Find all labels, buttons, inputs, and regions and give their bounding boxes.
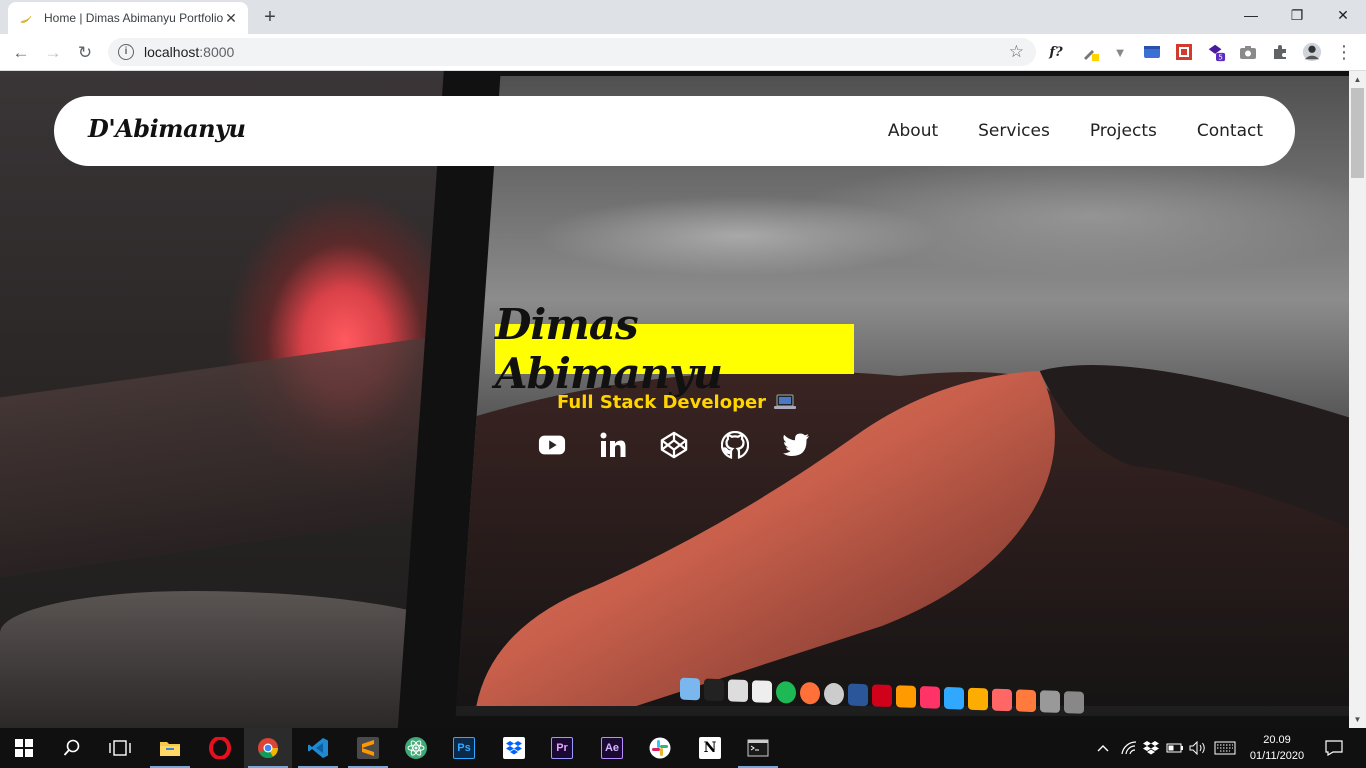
- file-explorer-icon: [160, 742, 180, 756]
- vue-devtools-icon[interactable]: ▼: [1110, 42, 1130, 62]
- window-close-button[interactable]: ✕: [1320, 0, 1366, 30]
- banana-favicon-icon: [18, 10, 34, 26]
- github-icon[interactable]: [721, 431, 749, 459]
- profile-avatar-icon[interactable]: [1302, 42, 1322, 62]
- hero-role-text: Full Stack Developer: [557, 391, 767, 413]
- taskbar-atom[interactable]: [392, 728, 440, 768]
- search-icon: [63, 739, 80, 756]
- tab-title: Home | Dimas Abimanyu Portfolio: [44, 11, 224, 25]
- taskbar-premiere-pro[interactable]: Pr: [538, 728, 586, 768]
- site-navbar: D'Abimanyu About Services Projects Conta…: [54, 96, 1295, 166]
- color-picker-icon[interactable]: [1080, 42, 1100, 62]
- new-tab-button[interactable]: +: [258, 6, 282, 30]
- youtube-icon[interactable]: [538, 431, 566, 459]
- vscode-icon: [308, 738, 328, 758]
- taskbar-sublime-text[interactable]: [344, 728, 392, 768]
- dropbox-icon: [503, 737, 525, 759]
- taskbar-slack[interactable]: [636, 728, 684, 768]
- tab-close-button[interactable]: ✕: [222, 9, 240, 27]
- scroll-down-arrow-icon[interactable]: ▼: [1349, 711, 1366, 728]
- restore-button[interactable]: ❐: [1274, 0, 1320, 30]
- nav-link-contact[interactable]: Contact: [1197, 121, 1263, 141]
- keyboard-icon[interactable]: [1212, 728, 1238, 768]
- taskbar-after-effects[interactable]: Ae: [588, 728, 636, 768]
- browser-tab-active[interactable]: Home | Dimas Abimanyu Portfolio ✕: [8, 2, 248, 34]
- windows-logo-icon: [15, 739, 33, 757]
- atom-icon: [405, 737, 427, 759]
- premiere-pro-icon: Pr: [551, 737, 573, 759]
- taskbar-chrome[interactable]: [244, 728, 292, 768]
- nav-link-about[interactable]: About: [888, 121, 938, 141]
- reload-button[interactable]: ↻: [72, 40, 98, 66]
- url-text[interactable]: localhost:8000: [144, 44, 234, 60]
- nav-link-services[interactable]: Services: [978, 121, 1050, 141]
- notion-icon: N: [699, 737, 721, 759]
- scroll-up-arrow-icon[interactable]: ▲: [1349, 71, 1366, 88]
- taskbar-terminal[interactable]: [734, 728, 782, 768]
- taskbar-clock[interactable]: 20.09 01/11/2020: [1240, 732, 1314, 764]
- nav-link-projects[interactable]: Projects: [1090, 121, 1157, 141]
- hero-role: Full Stack Developer: [557, 390, 797, 414]
- start-button[interactable]: [0, 728, 48, 768]
- task-view-button[interactable]: [96, 728, 144, 768]
- extension-badge-icon[interactable]: 5: [1206, 42, 1226, 62]
- forward-button[interactable]: →: [40, 40, 66, 66]
- dropbox-tray-icon[interactable]: [1140, 728, 1162, 768]
- clock-date: 01/11/2020: [1249, 750, 1305, 762]
- back-button[interactable]: ←: [8, 40, 34, 66]
- after-effects-icon: Ae: [601, 737, 623, 759]
- photoshop-icon: Ps: [453, 737, 475, 759]
- site-nav-links: About Services Projects Contact: [888, 96, 1263, 166]
- sublime-text-icon: [357, 737, 379, 759]
- window-resizer-icon[interactable]: [1142, 42, 1162, 62]
- tab-strip: Home | Dimas Abimanyu Portfolio ✕ + — ❐ …: [0, 0, 1366, 34]
- terminal-icon: [747, 739, 769, 757]
- extensions-puzzle-icon[interactable]: [1270, 42, 1290, 62]
- page-scrollbar[interactable]: ▲ ▼: [1349, 71, 1366, 728]
- browser-toolbar: ← → ↻ i localhost:8000 ☆ f? ▼ 5 ⋮: [0, 34, 1366, 71]
- opera-icon: [209, 737, 231, 759]
- social-links: [538, 431, 810, 459]
- twitter-icon[interactable]: [782, 431, 810, 459]
- site-info-icon[interactable]: i: [118, 44, 134, 60]
- windows-taskbar: Ps Pr Ae N 20.09 01/11/2020: [0, 728, 1366, 768]
- slack-icon: [649, 737, 671, 759]
- linkedin-icon[interactable]: [599, 431, 627, 459]
- battery-icon[interactable]: [1164, 728, 1186, 768]
- taskbar-photoshop[interactable]: Ps: [440, 728, 488, 768]
- browser-menu-icon[interactable]: ⋮: [1334, 42, 1354, 62]
- task-view-icon: [109, 740, 131, 756]
- taskbar-opera[interactable]: [196, 728, 244, 768]
- svg-text:5: 5: [1218, 53, 1223, 62]
- page-viewport: D'Abimanyu About Services Projects Conta…: [0, 71, 1349, 728]
- site-logo[interactable]: D'Abimanyu: [88, 114, 246, 143]
- taskbar-dropbox[interactable]: [490, 728, 538, 768]
- search-button[interactable]: [48, 728, 96, 768]
- camera-icon[interactable]: [1238, 42, 1258, 62]
- codepen-icon[interactable]: [660, 431, 688, 459]
- taskbar-notion[interactable]: N: [686, 728, 734, 768]
- clock-time: 20.09: [1263, 734, 1291, 746]
- notification-center-icon[interactable]: [1318, 728, 1350, 768]
- volume-icon[interactable]: [1186, 728, 1210, 768]
- scrollbar-thumb[interactable]: [1351, 88, 1364, 178]
- laptop-emoji-icon: [774, 394, 797, 410]
- chrome-icon: [258, 738, 279, 759]
- wifi-icon[interactable]: [1118, 728, 1140, 768]
- minimize-button[interactable]: —: [1228, 0, 1274, 30]
- hero-name: Dimas Abimanyu: [495, 300, 723, 398]
- address-bar[interactable]: i localhost:8000 ☆: [108, 38, 1036, 66]
- taskbar-file-explorer[interactable]: [146, 728, 194, 768]
- taskbar-vscode[interactable]: [294, 728, 342, 768]
- page-ruler-icon[interactable]: [1174, 42, 1194, 62]
- fontface-ninja-icon[interactable]: f?: [1046, 42, 1066, 62]
- hero-name-highlight: Dimas Abimanyu: [495, 300, 854, 398]
- tray-chevron-up-icon[interactable]: [1094, 728, 1112, 768]
- bookmark-star-icon[interactable]: ☆: [1009, 42, 1024, 62]
